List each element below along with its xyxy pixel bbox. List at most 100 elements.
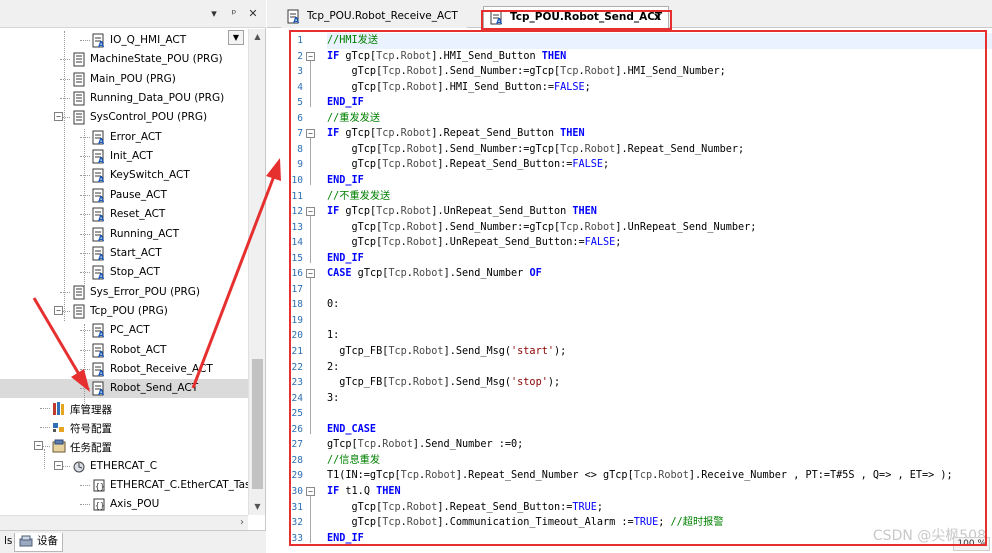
tree-node-label: Main_POU (PRG) [90,72,176,85]
code-line[interactable]: gTcp[Tcp.Robot].UnRepeat_Send_Button:=FA… [327,235,622,251]
collapse-icon[interactable]: − [54,112,63,122]
code-line[interactable]: END_CASE [327,422,376,438]
line-number: 31 [291,501,303,513]
code-line[interactable]: 3: [327,391,339,407]
tree-node-running-act[interactable]: A Running_ACT [0,225,248,244]
tree-node-robot-send-act[interactable]: A Robot_Send_ACT [0,379,248,399]
code-line[interactable]: gTcp[Tcp.Robot].Send_Number:=gTcp[Tcp.Ro… [327,64,726,80]
code-line[interactable]: gTcp[Tcp.Robot].Repeat_Send_Button:=TRUE… [327,500,604,516]
close-tab-icon[interactable]: x [654,7,661,27]
tree-node-error-act[interactable]: A Error_ACT [0,128,248,147]
chevron-down-icon[interactable]: ▼ [228,30,244,45]
code-line[interactable]: gTcp[Tcp.Robot].Send_Number:=gTcp[Tcp.Ro… [327,142,745,158]
tree-horizontal-scrollbar[interactable]: › [0,515,248,530]
tree-node-robot-act[interactable]: A Robot_ACT [0,341,248,360]
code-line[interactable]: IF gTcp[Tcp.Robot].UnRepeat_Send_Button … [327,204,597,220]
action-icon: A [92,149,105,164]
code-line[interactable]: 0: [327,297,339,313]
fold-collapse-icon[interactable]: − [306,269,315,279]
tree-guide-line [44,449,45,469]
tree-node-io-q-hmi-act[interactable]: A IO_Q_HMI_ACT [0,31,248,50]
scroll-right-icon[interactable]: › [240,516,244,530]
code-line[interactable]: 2: [327,360,339,376]
scroll-down-icon[interactable]: ▼ [249,499,266,515]
collapse-icon[interactable]: − [54,460,63,470]
tree-node-keyswitch-act[interactable]: A KeySwitch_ACT [0,166,248,185]
tree-node-running-data-pou-prg[interactable]: Running_Data_POU (PRG) [0,89,248,108]
code-line[interactable]: gTcp[Tcp.Robot].Send_Number :=0; [327,437,523,453]
tree-vertical-scrollbar[interactable]: ▲ ▼ [248,29,265,515]
action-icon: A [92,227,105,242]
fold-collapse-icon[interactable]: − [306,486,315,496]
code-line[interactable]: //信息重发 [327,453,380,469]
tree-node-start-act[interactable]: A Start_ACT [0,244,248,263]
code-line[interactable]: IF gTcp[Tcp.Robot].HMI_Send_Button THEN [327,49,566,65]
zoom-level[interactable]: 100 % [953,537,990,551]
tree-node-init-act[interactable]: A Init_ACT [0,147,248,166]
fold-collapse-icon[interactable]: − [306,129,315,139]
code-area[interactable]: //HMI发送 IF gTcp[Tcp.Robot].HMI_Send_Butto… [327,29,992,553]
code-line[interactable]: END_IF [327,95,364,111]
code-line[interactable]: gTcp_FB[Tcp.Robot].Send_Msg('start'); [327,344,566,360]
tree-node-robot-receive-act[interactable]: A Robot_Receive_ACT [0,360,248,379]
tree-connector [80,156,90,158]
line-number: 33 [291,532,303,544]
pane-menu-icon[interactable]: ▾ [207,7,221,21]
tree-node-pc-act[interactable]: A PC_ACT [0,321,248,340]
tree-node-label: Error_ACT [110,130,162,143]
code-line[interactable]: //HMI发送 [327,33,992,49]
tree-node-reset-act[interactable]: A Reset_ACT [0,205,248,224]
scroll-thumb[interactable] [252,359,263,489]
line-number: 20 [291,330,303,342]
code-line[interactable]: IF t1.Q THEN [327,484,401,500]
tree-node-任务配置[interactable]: − 任务配置 [0,437,248,456]
scroll-up-icon[interactable]: ▲ [249,29,266,45]
tree-node-main-pou-prg[interactable]: Main_POU (PRG) [0,70,248,89]
tree-node-pause-act[interactable]: A Pause_ACT [0,186,248,205]
fold-guide [310,60,311,108]
code-line[interactable]: gTcp[Tcp.Robot].Repeat_Send_Button:=FALS… [327,157,610,173]
tree-node-axis-pou[interactable]: {} Axis_POU [0,495,248,514]
tree-connector [60,98,70,100]
tree-node-label: Robot_Receive_ACT [110,362,213,375]
code-line[interactable]: gTcp_FB[Tcp.Robot].Send_Msg('stop'); [327,375,560,391]
code-line[interactable]: gTcp[Tcp.Robot].Send_Number:=gTcp[Tcp.Ro… [327,220,757,236]
tab-label: Tcp_POU.Robot_Send_ACT [510,11,663,23]
code-editor[interactable]: 1 2−3 4 5 6 7−8 9 10 11 12−13 14 15 16−17 18 19 20 21 22 2… [267,29,992,553]
tree-node-syscontrol-pou-prg[interactable]: − SysControl_POU (PRG) [0,108,248,127]
tab-robot-send-act[interactable]: A Tcp_POU.Robot_Send_ACT x [483,6,669,28]
code-line[interactable]: IF gTcp[Tcp.Robot].Repeat_Send_Button TH… [327,126,585,142]
tree-guide-line [84,324,85,404]
tree-node-machinestate-pou-prg[interactable]: MachineState_POU (PRG) [0,50,248,69]
action-icon: A [92,362,105,377]
close-pane-icon[interactable]: ✕ [246,7,260,21]
tree-node-sys-error-pou-prg[interactable]: Sys_Error_POU (PRG) [0,283,248,302]
tree-node-库管理器[interactable]: 库管理器 [0,399,248,418]
collapse-icon[interactable]: − [54,305,63,315]
code-line[interactable]: CASE gTcp[Tcp.Robot].Send_Number OF [327,266,542,282]
pou-icon [73,110,85,125]
code-line[interactable]: END_IF [327,251,364,267]
tree-connector [80,252,90,254]
code-line[interactable]: 1: [327,328,339,344]
tab-devices[interactable]: 设备 [14,533,63,552]
fold-collapse-icon[interactable]: − [306,51,315,61]
pin-icon[interactable]: ᵖ [227,7,241,21]
code-line[interactable]: gTcp[Tcp.Robot].HMI_Send_Button:=FALSE; [327,80,591,96]
code-line[interactable]: T1(IN:=gTcp[Tcp.Robot].Repeat_Send_Numbe… [327,468,953,484]
svg-text:A: A [98,195,105,203]
ide-window: ▾ ᵖ ✕ A IO_Q_HMI_ACT MachineState_POU (PRG… [0,0,992,553]
tab-robot-receive-act[interactable]: A Tcp_POU.Robot_Receive_ACT [281,6,467,28]
code-line[interactable]: //重发发送 [327,111,380,127]
tree-node-tcp-pou-prg[interactable]: − Tcp_POU (PRG) [0,302,248,321]
tree-node-stop-act[interactable]: A Stop_ACT [0,263,248,282]
tree-node-ethercat-c[interactable]: − ETHERCAT_C [0,457,248,476]
code-line[interactable]: //不重发发送 [327,189,390,205]
code-line[interactable]: gTcp[Tcp.Robot].Communication_Timeout_Al… [327,515,724,531]
code-line[interactable]: END_IF [327,531,364,547]
fold-collapse-icon[interactable]: − [306,207,315,217]
collapse-icon[interactable]: − [34,441,43,451]
tree-node-符号配置[interactable]: 符号配置 [0,418,248,437]
code-line[interactable]: END_IF [327,173,364,189]
tree-node-ethercat-c-ethercat-task[interactable]: {} ETHERCAT_C.EtherCAT_Task [0,476,248,495]
